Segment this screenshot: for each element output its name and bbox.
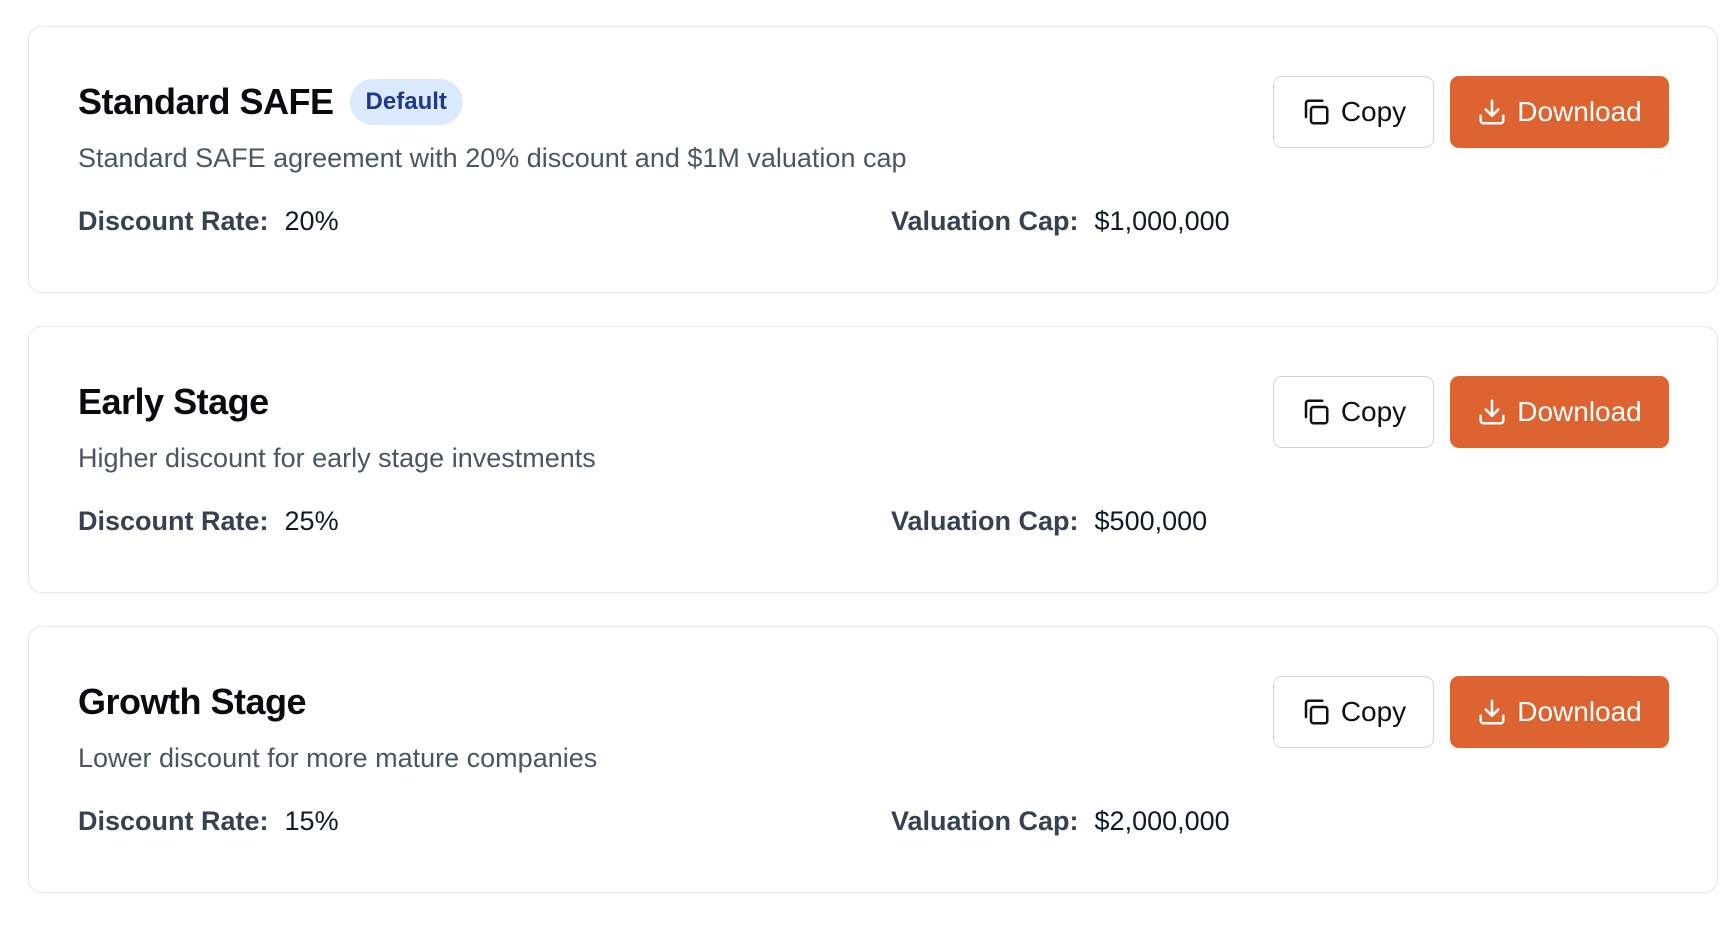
copy-icon xyxy=(1304,399,1329,425)
discount-rate-value: 15% xyxy=(284,806,339,836)
download-button-label: Download xyxy=(1517,396,1642,427)
discount-rate-value: 20% xyxy=(284,206,339,236)
copy-button-label: Copy xyxy=(1340,696,1407,727)
discount-rate-label: Discount Rate: xyxy=(78,206,269,236)
valuation-cap-field: Valuation Cap: $2,000,000 xyxy=(891,806,1230,837)
valuation-cap-value: $2,000,000 xyxy=(1094,806,1230,836)
discount-rate-label: Discount Rate: xyxy=(78,506,269,536)
template-description: Lower discount for more mature companies xyxy=(78,743,598,773)
template-card-early-stage: Early Stage Higher discount for early st… xyxy=(28,326,1718,593)
copy-icon xyxy=(1304,699,1329,725)
template-title-row: Standard SAFE Default xyxy=(78,77,463,127)
discount-rate-field: Discount Rate: 25% xyxy=(78,506,339,537)
valuation-cap-label: Valuation Cap: xyxy=(891,206,1079,236)
template-card-growth-stage: Growth Stage Lower discount for more mat… xyxy=(28,626,1718,893)
copy-icon xyxy=(1304,99,1329,125)
download-button[interactable]: Download xyxy=(1450,676,1669,748)
discount-rate-field: Discount Rate: 20% xyxy=(78,206,339,237)
template-actions: Copy Download xyxy=(1273,376,1669,448)
template-list: Standard SAFE Default Standard SAFE agre… xyxy=(28,26,1718,926)
valuation-cap-label: Valuation Cap: xyxy=(891,806,1079,836)
download-button[interactable]: Download xyxy=(1450,376,1669,448)
download-icon xyxy=(1479,399,1505,425)
template-title: Standard SAFE xyxy=(78,81,334,122)
template-actions: Copy Download xyxy=(1273,76,1669,148)
download-icon xyxy=(1479,99,1505,125)
copy-button[interactable]: Copy xyxy=(1273,676,1434,748)
copy-button-label: Copy xyxy=(1340,396,1407,427)
default-badge: Default xyxy=(349,79,463,125)
valuation-cap-field: Valuation Cap: $1,000,000 xyxy=(891,206,1230,237)
valuation-cap-value: $500,000 xyxy=(1094,506,1208,536)
template-description: Standard SAFE agreement with 20% discoun… xyxy=(78,143,907,173)
discount-rate-value: 25% xyxy=(284,506,339,536)
download-icon xyxy=(1479,699,1505,725)
valuation-cap-field: Valuation Cap: $500,000 xyxy=(891,506,1207,537)
download-button[interactable]: Download xyxy=(1450,76,1669,148)
discount-rate-field: Discount Rate: 15% xyxy=(78,806,339,837)
template-title: Early Stage xyxy=(78,381,269,422)
download-button-label: Download xyxy=(1517,96,1642,127)
template-description: Higher discount for early stage investme… xyxy=(78,443,596,473)
template-actions: Copy Download xyxy=(1273,676,1669,748)
template-card-standard-safe: Standard SAFE Default Standard SAFE agre… xyxy=(28,26,1718,293)
download-button-label: Download xyxy=(1517,696,1642,727)
copy-button[interactable]: Copy xyxy=(1273,76,1434,148)
template-title-row: Growth Stage xyxy=(78,677,307,727)
valuation-cap-value: $1,000,000 xyxy=(1094,206,1230,236)
template-title-row: Early Stage xyxy=(78,377,269,427)
valuation-cap-label: Valuation Cap: xyxy=(891,506,1079,536)
discount-rate-label: Discount Rate: xyxy=(78,806,269,836)
template-title: Growth Stage xyxy=(78,681,307,722)
copy-button[interactable]: Copy xyxy=(1273,376,1434,448)
copy-button-label: Copy xyxy=(1340,96,1407,127)
